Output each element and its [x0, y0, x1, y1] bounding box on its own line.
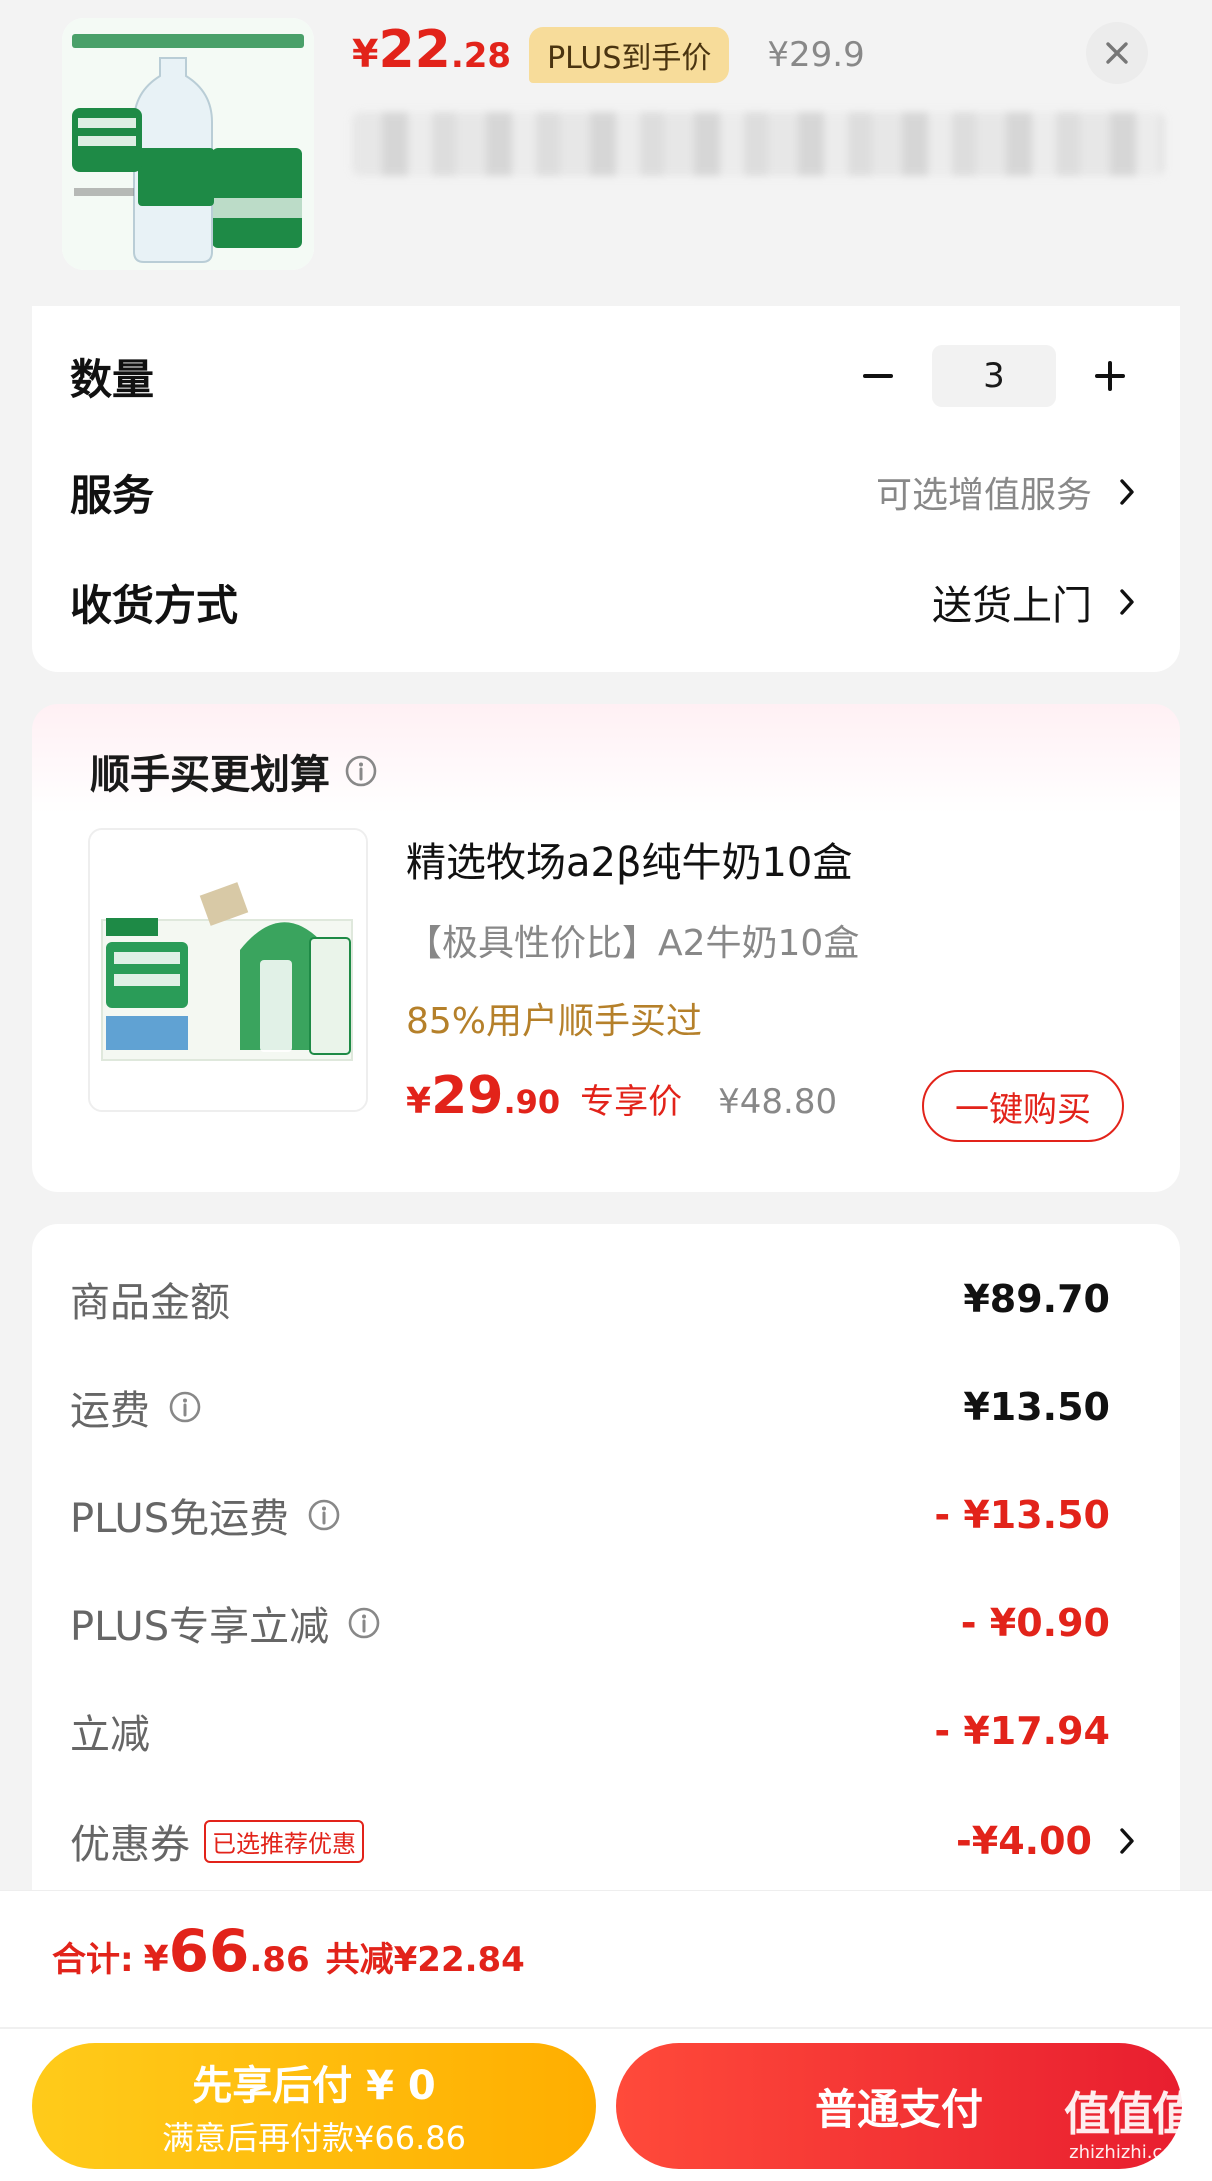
addon-product-name[interactable]: 精选牧场a2β纯牛奶10盒	[406, 830, 852, 888]
product-thumbnail[interactable]	[62, 18, 314, 270]
coupon-recommend-tag: 已选推荐优惠	[204, 1819, 364, 1863]
product-price-row: ¥22.28 PLUS到手价 ¥29.9	[352, 20, 865, 90]
summary-row-value: ¥89.70	[963, 1277, 1110, 1321]
milk-box-image	[90, 830, 366, 1110]
service-row[interactable]: 服务 可选增值服务	[70, 452, 1140, 532]
pay-later-sublabel: 满意后再付款¥66.86	[162, 2119, 466, 2157]
quantity-row: 数量 3	[70, 336, 1140, 416]
pay-later-label: 先享后付 ¥ 0	[192, 2063, 436, 2109]
summary-row-label-group: 商品金额	[70, 1270, 230, 1328]
product-header: ¥22.28 PLUS到手价 ¥29.9	[0, 0, 1212, 300]
delivery-label: 收货方式	[70, 580, 239, 630]
quantity-label: 数量	[70, 354, 155, 404]
plus-icon	[1095, 361, 1125, 391]
addon-price-row: ¥29.90 专享价 ¥48.80	[406, 1066, 837, 1126]
summary-row-value: ¥13.50	[963, 1385, 1110, 1429]
summary-row-label-group: 运费	[70, 1378, 202, 1436]
chevron-right-icon	[1120, 1828, 1134, 1854]
summary-row-label: PLUS免运费	[70, 1496, 290, 1542]
pay-later-button[interactable]: 先享后付 ¥ 0 满意后再付款¥66.86	[32, 2043, 596, 2169]
increase-quantity-button[interactable]	[1080, 346, 1140, 406]
summary-row-label: 立减	[70, 1712, 150, 1758]
delivery-selector[interactable]: 送货上门	[932, 573, 1140, 631]
close-icon	[1106, 42, 1128, 64]
close-button[interactable]	[1086, 22, 1148, 84]
addon-product-desc: 【极具性价比】A2牛奶10盒	[406, 923, 860, 964]
addon-social-proof: 85%用户顺手买过	[406, 1001, 703, 1042]
plus-price-badge: PLUS到手价	[529, 27, 730, 83]
total-label: 合计:	[52, 1940, 134, 1980]
quantity-input[interactable]: 3	[932, 345, 1056, 407]
original-price: ¥29.9	[767, 35, 865, 75]
summary-row-label: 运费	[70, 1388, 150, 1434]
total-integer: 66	[168, 1917, 250, 1985]
order-summary-card: 商品金额 ¥89.70 运费 ¥13.50 PLUS免运费 - ¥13.50 PLUS专享立…	[32, 1224, 1180, 1924]
delivery-row[interactable]: 收货方式 送货上门	[70, 562, 1140, 642]
service-selector[interactable]: 可选增值服务	[876, 466, 1140, 518]
coupon-value: -¥4.00	[956, 1819, 1092, 1863]
summary-row: 商品金额 ¥89.70	[70, 1264, 1110, 1334]
info-icon[interactable]	[347, 1606, 381, 1640]
info-icon[interactable]	[307, 1498, 341, 1532]
summary-row-label-group: PLUS专享立减	[70, 1594, 381, 1652]
addon-title-text: 顺手买更划算	[90, 752, 330, 798]
info-icon[interactable]	[344, 754, 378, 788]
delivery-value: 送货上门	[932, 583, 1092, 629]
addon-original-price: ¥48.80	[718, 1082, 838, 1122]
summary-row-label: PLUS专享立减	[70, 1604, 330, 1650]
summary-row-label: 商品金额	[70, 1280, 230, 1326]
addon-price-decimal: .90	[503, 1083, 561, 1121]
decrease-quantity-button[interactable]	[848, 346, 908, 406]
summary-row-label-group: PLUS免运费	[70, 1486, 341, 1544]
checkout-footer: 合计: ¥66.86 共减¥22.84 先享后付 ¥ 0 满意后再付款¥66.8…	[0, 1890, 1212, 2181]
total-decimal: .86	[249, 1940, 310, 1980]
summary-row: 立减 - ¥17.94	[70, 1696, 1110, 1766]
price-decimal: .28	[450, 36, 512, 76]
price-currency: ¥	[352, 32, 379, 76]
milk-product-image[interactable]	[88, 828, 368, 1112]
normal-pay-button[interactable]: 普通支付	[616, 2043, 1182, 2169]
product-title-blurred	[352, 112, 1164, 176]
price-integer: 22	[378, 20, 451, 80]
summary-row-value: - ¥17.94	[934, 1709, 1110, 1753]
total-currency: ¥	[143, 1939, 169, 1980]
footer-divider	[0, 2027, 1212, 2029]
addon-section-title: 顺手买更划算	[90, 742, 378, 800]
summary-row: PLUS专享立减 - ¥0.90	[70, 1588, 1110, 1658]
addon-price-tag: 专享价	[580, 1082, 683, 1122]
addon-price-integer: 29	[431, 1066, 504, 1126]
summary-row: PLUS免运费 - ¥13.50	[70, 1480, 1110, 1550]
coupon-label: 优惠券	[70, 1822, 190, 1868]
coupon-row[interactable]: 优惠券 已选推荐优惠 -¥4.00	[70, 1806, 1140, 1876]
summary-row-label-group: 立减	[70, 1702, 150, 1760]
addon-recommendation-card: 顺手买更划算 精选牧场a2β纯牛奶10盒 【极具性价比】A2牛奶10盒 85%用…	[32, 704, 1180, 1192]
water-bottle-image	[62, 18, 314, 270]
service-value: 可选增值服务	[875, 475, 1092, 516]
summary-row-value: - ¥0.90	[960, 1601, 1110, 1645]
summary-row: 运费 ¥13.50	[70, 1372, 1110, 1442]
quantity-stepper: 3	[848, 345, 1140, 407]
purchase-options-card: 数量 3 服务 可选增值服务 收货方式 送货上门	[32, 306, 1180, 672]
coupon-selector[interactable]: -¥4.00	[956, 1819, 1140, 1863]
product-price: ¥22.28	[352, 20, 511, 80]
total-saved: 共减¥22.84	[325, 1940, 525, 1980]
summary-row-value: - ¥13.50	[934, 1493, 1110, 1537]
addon-price-currency: ¥	[406, 1081, 432, 1122]
minus-icon	[863, 374, 893, 378]
coupon-label-group: 优惠券 已选推荐优惠	[70, 1812, 364, 1870]
service-label: 服务	[70, 470, 155, 520]
chevron-right-icon	[1120, 479, 1134, 505]
order-total: 合计: ¥66.86 共减¥22.84	[52, 1917, 525, 1985]
one-click-buy-button[interactable]: 一键购买	[922, 1070, 1124, 1142]
chevron-right-icon	[1120, 589, 1134, 615]
info-icon[interactable]	[168, 1390, 202, 1424]
normal-pay-label: 普通支付	[814, 2084, 983, 2134]
